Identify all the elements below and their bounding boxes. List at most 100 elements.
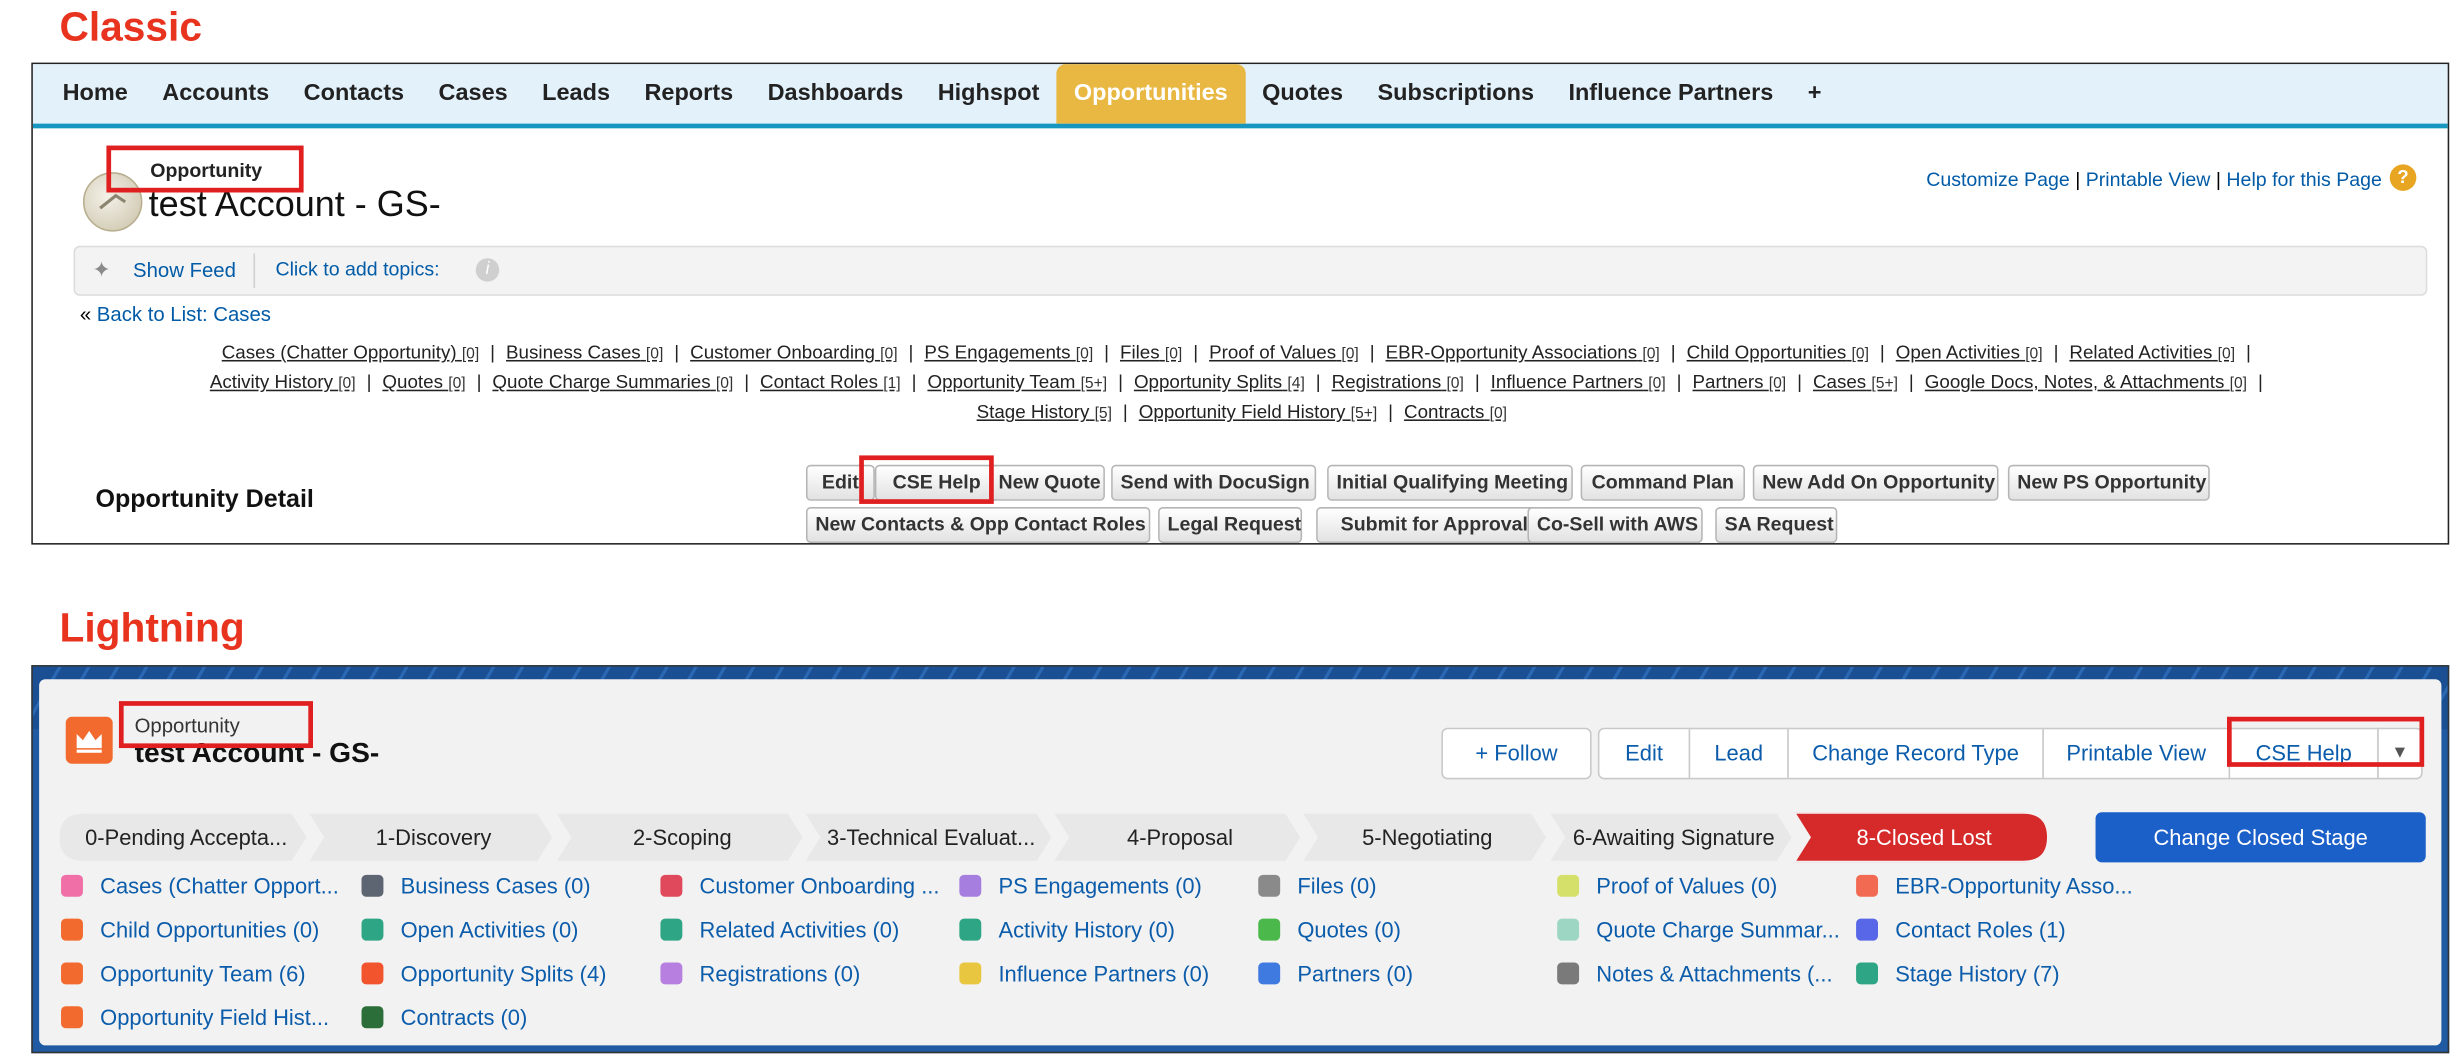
- tab-influence-partners[interactable]: Influence Partners: [1551, 64, 1790, 123]
- tab-highspot[interactable]: Highspot: [920, 64, 1056, 123]
- related-list-link[interactable]: PS Engagements [0]: [924, 341, 1093, 363]
- info-icon[interactable]: i: [475, 258, 500, 282]
- legal-request-button[interactable]: Legal Request: [1158, 507, 1303, 544]
- related-list-link[interactable]: Open Activities [0]: [1896, 341, 2043, 363]
- related-quick-link[interactable]: Child Opportunities (0): [61, 917, 319, 942]
- send-with-docusign-button[interactable]: Send with DocuSign: [1111, 464, 1317, 501]
- path-stage-label[interactable]: 0-Pending Accepta...: [70, 812, 302, 862]
- path-stage-label[interactable]: 6-Awaiting Signature: [1560, 812, 1787, 862]
- related-list-link[interactable]: Cases [5+]: [1813, 371, 1898, 393]
- follow-button[interactable]: + Follow: [1441, 727, 1592, 780]
- sa-request-button[interactable]: SA Request: [1715, 507, 1838, 544]
- submit-for-approval-button[interactable]: Submit for Approval: [1316, 507, 1553, 544]
- new-quote-button[interactable]: New Quote: [989, 464, 1105, 501]
- command-plan-button[interactable]: Command Plan: [1580, 464, 1745, 501]
- related-quick-link[interactable]: Registrations (0): [660, 961, 860, 986]
- related-list-link[interactable]: Partners [0]: [1693, 371, 1787, 393]
- change-record-type-button[interactable]: Change Record Type: [1787, 727, 2044, 780]
- related-list-link[interactable]: Child Opportunities [0]: [1687, 341, 1869, 363]
- related-quick-link[interactable]: Files (0): [1258, 873, 1377, 898]
- related-list-link[interactable]: Google Docs, Notes, & Attachments [0]: [1925, 371, 2247, 393]
- tab-dashboards[interactable]: Dashboards: [750, 64, 920, 123]
- related-list-link[interactable]: Quotes [0]: [382, 371, 465, 393]
- related-list-link[interactable]: Proof of Values [0]: [1209, 341, 1359, 363]
- related-quick-link[interactable]: Stage History (7): [1856, 961, 2060, 986]
- edit-button[interactable]: Edit: [1597, 727, 1691, 780]
- related-list-link[interactable]: Stage History [5]: [977, 401, 1112, 423]
- printable-view-link[interactable]: Printable View: [2086, 169, 2211, 191]
- related-quick-link[interactable]: Activity History (0): [959, 917, 1175, 942]
- new-ps-opportunity-button[interactable]: New PS Opportunity: [2007, 464, 2210, 501]
- back-to-list-link[interactable]: Back to List: Cases: [97, 302, 271, 325]
- initial-qualifying-meeting-button[interactable]: Initial Qualifying Meeting: [1327, 464, 1573, 501]
- related-list-icon: [61, 1006, 83, 1029]
- add-topics-link[interactable]: Click to add topics:: [275, 258, 439, 280]
- path-stage-label[interactable]: 1-Discovery: [319, 812, 547, 862]
- related-list-link[interactable]: Opportunity Field History [5+]: [1139, 401, 1377, 423]
- related-list-count: [0]: [1851, 345, 1869, 364]
- help-page-link[interactable]: Help for this Page: [2226, 169, 2381, 191]
- related-list-link[interactable]: Influence Partners [0]: [1491, 371, 1666, 393]
- related-quick-link[interactable]: Contracts (0): [361, 1005, 527, 1030]
- related-quick-link-label: Quotes (0): [1297, 917, 1401, 943]
- tab-contacts[interactable]: Contacts: [286, 64, 421, 123]
- tab-reports[interactable]: Reports: [627, 64, 750, 123]
- related-quick-link[interactable]: EBR-Opportunity Asso...: [1856, 873, 2133, 898]
- related-quick-link[interactable]: Cases (Chatter Opport...: [61, 873, 339, 898]
- related-list-link[interactable]: Quote Charge Summaries [0]: [492, 371, 733, 393]
- related-list-link[interactable]: Opportunity Team [5+]: [927, 371, 1107, 393]
- related-list-link[interactable]: Activity History [0]: [210, 371, 356, 393]
- new-contacts-opp-contact-roles-button[interactable]: New Contacts & Opp Contact Roles: [805, 507, 1151, 544]
- new-add-on-opportunity-button[interactable]: New Add On Opportunity: [1752, 464, 1999, 501]
- record-header-card: Opportunity test Account - GS- + Follow …: [39, 679, 2442, 1046]
- show-feed-link[interactable]: Show Feed: [133, 258, 236, 281]
- related-list-label: Cases (Chatter Opportunity): [221, 341, 457, 364]
- tab-subscriptions[interactable]: Subscriptions: [1360, 64, 1551, 123]
- related-quick-link[interactable]: Quotes (0): [1258, 917, 1401, 942]
- path-stage-label[interactable]: 4-Proposal: [1064, 812, 1296, 862]
- related-quick-link[interactable]: Notes & Attachments (...: [1557, 961, 1833, 986]
- tab-home[interactable]: Home: [45, 64, 145, 123]
- related-list-link[interactable]: EBR-Opportunity Associations [0]: [1386, 341, 1660, 363]
- path-stage-label[interactable]: 5-Negotiating: [1313, 812, 1541, 862]
- related-list-link[interactable]: Contracts [0]: [1404, 401, 1507, 423]
- add-tab-plus-icon[interactable]: +: [1791, 64, 1839, 123]
- related-quick-link[interactable]: Opportunity Splits (4): [361, 961, 606, 986]
- customize-page-link[interactable]: Customize Page: [1926, 169, 2070, 191]
- path-stage-label[interactable]: 2-Scoping: [567, 812, 799, 862]
- related-quick-link[interactable]: Quote Charge Summar...: [1557, 917, 1840, 942]
- related-quick-link[interactable]: Related Activities (0): [660, 917, 899, 942]
- related-list-link[interactable]: Files [0]: [1120, 341, 1182, 363]
- related-quick-link[interactable]: Opportunity Field Hist...: [61, 1005, 329, 1030]
- related-list-link[interactable]: Business Cases [0]: [506, 341, 663, 363]
- tab-leads[interactable]: Leads: [525, 64, 627, 123]
- printable-view-button[interactable]: Printable View: [2042, 727, 2231, 780]
- related-quick-link[interactable]: Opportunity Team (6): [61, 961, 306, 986]
- related-list-label: Related Activities: [2069, 341, 2213, 364]
- related-list-link[interactable]: Cases (Chatter Opportunity) [0]: [222, 341, 479, 363]
- path-stage-label[interactable]: 3-Technical Evaluat...: [815, 812, 1047, 862]
- change-closed-stage-button[interactable]: Change Closed Stage: [2095, 812, 2426, 863]
- co-sell-with-aws-button[interactable]: Co-Sell with AWS: [1527, 507, 1703, 544]
- related-quick-link[interactable]: Open Activities (0): [361, 917, 578, 942]
- related-list-link[interactable]: Related Activities [0]: [2069, 341, 2235, 363]
- related-quick-link[interactable]: Proof of Values (0): [1557, 873, 1777, 898]
- related-quick-link[interactable]: Partners (0): [1258, 961, 1413, 986]
- tab-quotes[interactable]: Quotes: [1245, 64, 1360, 123]
- related-list-link[interactable]: Registrations [0]: [1332, 371, 1464, 393]
- help-icon[interactable]: ?: [2389, 164, 2417, 191]
- separator: |: [1676, 370, 1682, 393]
- tab-cases[interactable]: Cases: [421, 64, 525, 123]
- path-stage-label[interactable]: 8-Closed Lost: [1806, 812, 2042, 862]
- related-quick-link[interactable]: Contact Roles (1): [1856, 917, 2066, 942]
- tab-opportunities[interactable]: Opportunities: [1056, 64, 1245, 124]
- lead-button[interactable]: Lead: [1688, 727, 1789, 780]
- tab-accounts[interactable]: Accounts: [145, 64, 286, 123]
- related-list-link[interactable]: Opportunity Splits [4]: [1134, 371, 1305, 393]
- related-quick-link[interactable]: PS Engagements (0): [959, 873, 1202, 898]
- related-quick-link[interactable]: Customer Onboarding ...: [660, 873, 939, 898]
- related-quick-link[interactable]: Business Cases (0): [361, 873, 591, 898]
- related-list-link[interactable]: Contact Roles [1]: [760, 371, 901, 393]
- related-list-link[interactable]: Customer Onboarding [0]: [690, 341, 897, 363]
- related-quick-link[interactable]: Influence Partners (0): [959, 961, 1209, 986]
